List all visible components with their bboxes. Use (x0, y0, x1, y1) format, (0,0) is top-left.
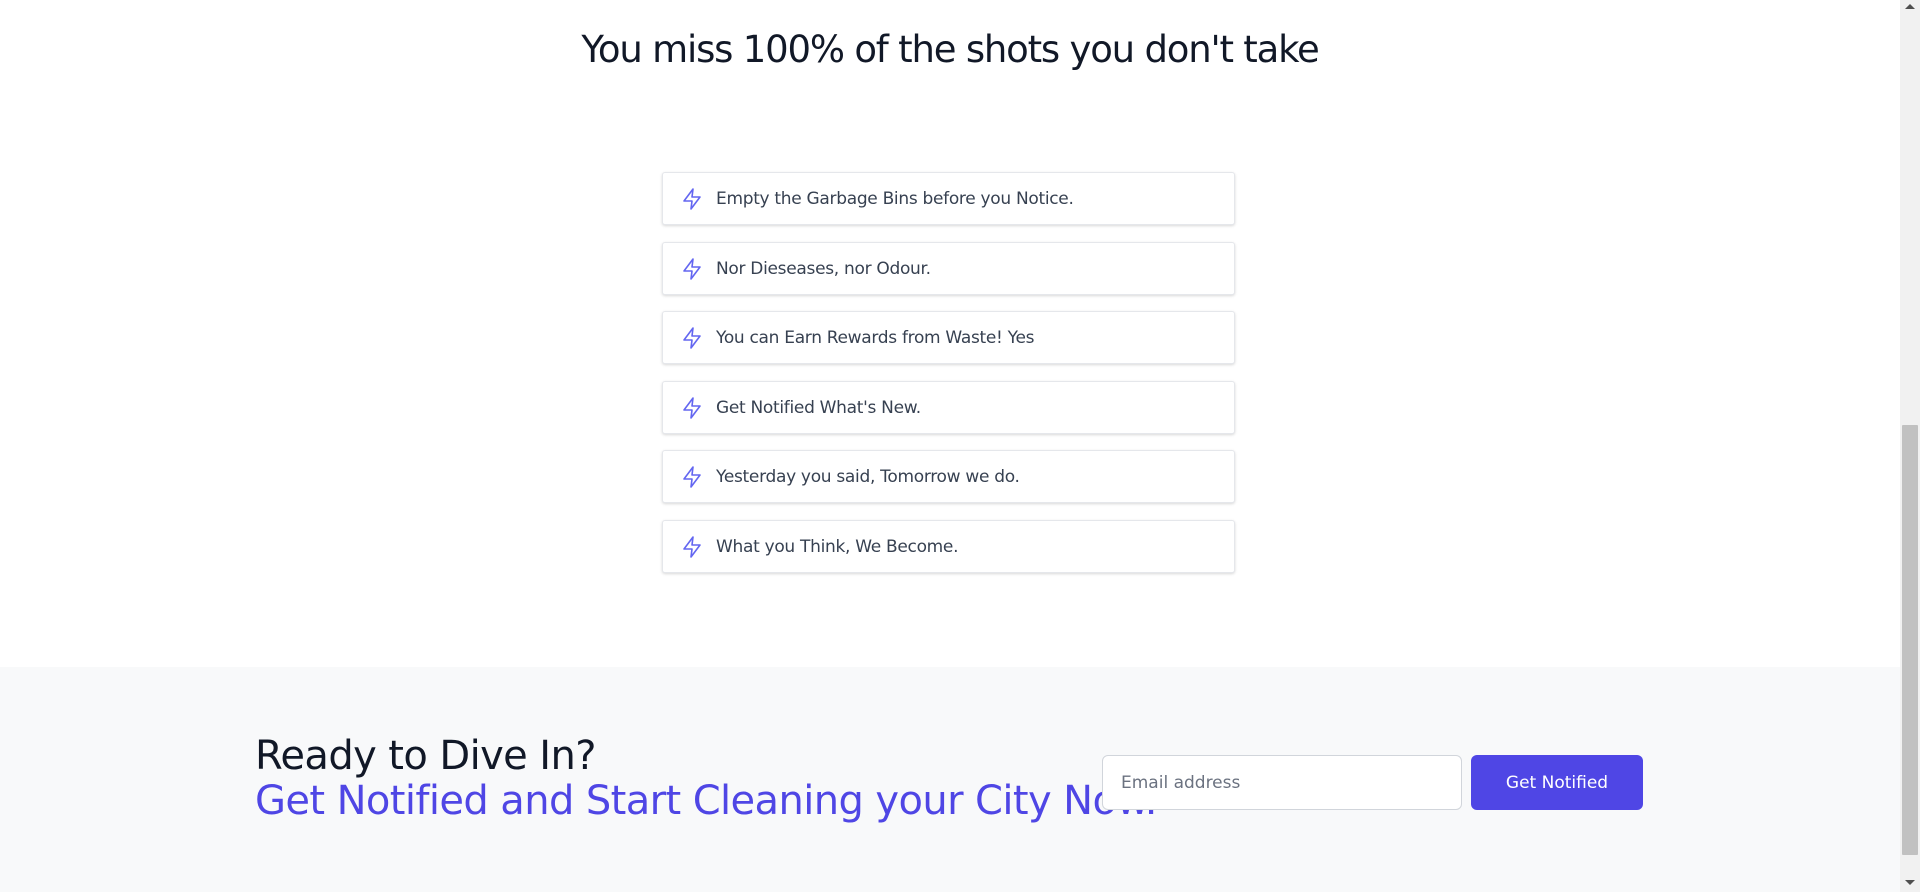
feature-item: Yesterday you said, Tomorrow we do. (662, 450, 1235, 503)
get-notified-button[interactable]: Get Notified (1471, 755, 1643, 810)
feature-item: What you Think, We Become. (662, 520, 1235, 573)
feature-label: Get Notified What's New. (716, 398, 921, 418)
lightning-bolt-icon (683, 327, 701, 349)
scrollbar-thumb[interactable] (1902, 425, 1918, 855)
lightning-bolt-icon (683, 258, 701, 280)
feature-label: What you Think, We Become. (716, 537, 959, 557)
section-heading: You miss 100% of the shots you don't tak… (581, 28, 1319, 71)
cta-title: Ready to Dive In? (255, 733, 596, 779)
email-input[interactable] (1102, 755, 1462, 810)
feature-item: You can Earn Rewards from Waste! Yes (662, 311, 1235, 364)
lightning-bolt-icon (683, 536, 701, 558)
feature-item: Get Notified What's New. (662, 381, 1235, 434)
lightning-bolt-icon (683, 397, 701, 419)
scroll-down-arrow-icon[interactable] (1905, 880, 1915, 885)
cta-subtitle: Get Notified and Start Cleaning your Cit… (255, 778, 1158, 824)
feature-item: Empty the Garbage Bins before you Notice… (662, 172, 1235, 225)
vertical-scrollbar[interactable] (1900, 0, 1920, 892)
feature-label: Empty the Garbage Bins before you Notice… (716, 189, 1074, 209)
scroll-up-arrow-icon[interactable] (1905, 4, 1915, 9)
feature-label: Yesterday you said, Tomorrow we do. (716, 467, 1020, 487)
feature-label: Nor Dieseases, nor Odour. (716, 259, 931, 279)
feature-label: You can Earn Rewards from Waste! Yes (716, 328, 1035, 348)
feature-item: Nor Dieseases, nor Odour. (662, 242, 1235, 295)
lightning-bolt-icon (683, 466, 701, 488)
lightning-bolt-icon (683, 188, 701, 210)
cta-section: Ready to Dive In? Get Notified and Start… (0, 667, 1900, 892)
features-section: You miss 100% of the shots you don't tak… (0, 0, 1900, 667)
